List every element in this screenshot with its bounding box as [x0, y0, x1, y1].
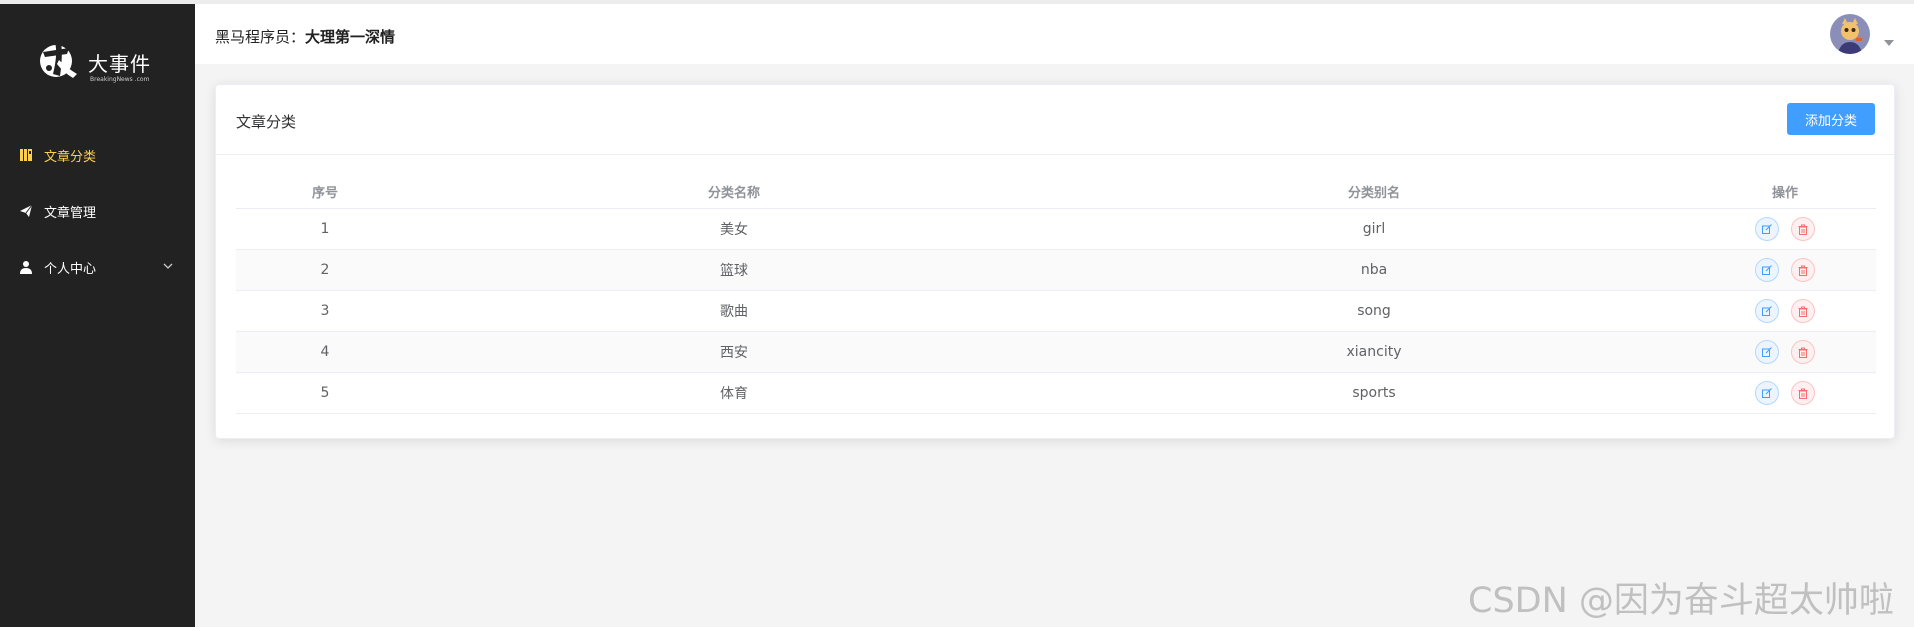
- row-category-name: 西安: [720, 345, 748, 361]
- row-category-alias: song: [1357, 303, 1391, 319]
- menu-item-label: 个人中心: [44, 261, 97, 277]
- send-icon: [18, 203, 34, 219]
- row-actions: [1694, 381, 1876, 405]
- edit-icon[interactable]: [1755, 258, 1779, 282]
- row-actions: [1694, 217, 1876, 241]
- row-category-alias: sports: [1352, 385, 1396, 401]
- top-header: 黑马程序员：大理第一深情: [195, 4, 1914, 64]
- edit-icon[interactable]: [1755, 217, 1779, 241]
- logo-title: 大事件: [88, 52, 151, 76]
- row-category-alias: xiancity: [1346, 344, 1402, 360]
- row-index: 2: [320, 262, 330, 278]
- user-icon: [18, 259, 34, 275]
- delete-icon[interactable]: [1791, 258, 1815, 282]
- row-index: 1: [320, 221, 330, 237]
- row-category-name: 美女: [720, 222, 748, 238]
- row-category-alias: girl: [1362, 221, 1386, 237]
- card-header: 文章分类 添加分类: [216, 85, 1894, 155]
- add-category-button[interactable]: 添加分类: [1787, 103, 1875, 135]
- table-header-row: 序号 分类名称 分类别名 操作: [236, 175, 1876, 209]
- row-actions: [1694, 299, 1876, 323]
- category-table: 序号 分类名称 分类别名 操作 1 美女 girl 2 篮球 nba 3 歌曲 …: [236, 175, 1876, 414]
- avatar[interactable]: [1830, 14, 1870, 54]
- table-row: 5 体育 sports: [236, 373, 1876, 414]
- chevron-down-icon: [163, 259, 173, 274]
- row-actions: [1694, 258, 1876, 282]
- row-category-name: 歌曲: [720, 304, 748, 320]
- user-avatar-icon: [1830, 14, 1870, 54]
- column-header-name: 分类名称: [707, 186, 760, 201]
- row-index: 5: [320, 385, 330, 401]
- row-category-alias: nba: [1360, 262, 1388, 278]
- table-row: 1 美女 girl: [236, 209, 1876, 250]
- edit-icon[interactable]: [1755, 299, 1779, 323]
- menu-item-article-manage[interactable]: 文章管理: [0, 183, 195, 239]
- row-actions: [1694, 340, 1876, 364]
- side-menu: 文章分类 文章管理 个人中心: [0, 127, 195, 295]
- table-row: 2 篮球 nba: [236, 250, 1876, 291]
- edit-icon[interactable]: [1755, 381, 1779, 405]
- row-index: 3: [320, 303, 330, 319]
- logo-subtitle: BreakingNews .com: [90, 76, 150, 83]
- logo: 大事件 BreakingNews .com: [33, 34, 163, 94]
- table-row: 3 歌曲 song: [236, 291, 1876, 332]
- column-header-alias: 分类别名: [1347, 186, 1400, 201]
- logo-mark-icon: [40, 42, 77, 78]
- row-category-name: 体育: [720, 386, 748, 402]
- delete-icon[interactable]: [1791, 217, 1815, 241]
- delete-icon[interactable]: [1791, 340, 1815, 364]
- caret-down-icon[interactable]: [1884, 31, 1894, 50]
- card-title: 文章分类: [236, 113, 297, 131]
- edit-icon[interactable]: [1755, 340, 1779, 364]
- row-category-name: 篮球: [720, 263, 748, 279]
- row-index: 4: [320, 344, 330, 360]
- column-header-index: 序号: [311, 186, 338, 201]
- table-row: 4 西安 xiancity: [236, 332, 1876, 373]
- watermark: CSDN @因为奋斗超太帅啦: [1468, 581, 1894, 621]
- category-card: 文章分类 添加分类 序号 分类名称 分类别名 操作 1 美女 girl 2 篮球…: [215, 84, 1895, 439]
- menu-item-article-category[interactable]: 文章分类: [0, 127, 195, 183]
- menu-item-label: 文章分类: [44, 149, 97, 165]
- sidebar: 大事件 BreakingNews .com 文章分类 文章管理 个人中心: [0, 4, 195, 627]
- username: 大理第一深情: [305, 28, 396, 46]
- welcome-text: 黑马程序员：大理第一深情: [215, 26, 395, 47]
- column-header-actions: 操作: [1771, 186, 1798, 201]
- book-icon: [18, 147, 34, 163]
- menu-item-label: 文章管理: [44, 205, 97, 221]
- delete-icon[interactable]: [1791, 299, 1815, 323]
- menu-item-personal-center[interactable]: 个人中心: [0, 239, 195, 295]
- delete-icon[interactable]: [1791, 381, 1815, 405]
- welcome-prefix: 黑马程序员：: [215, 28, 306, 46]
